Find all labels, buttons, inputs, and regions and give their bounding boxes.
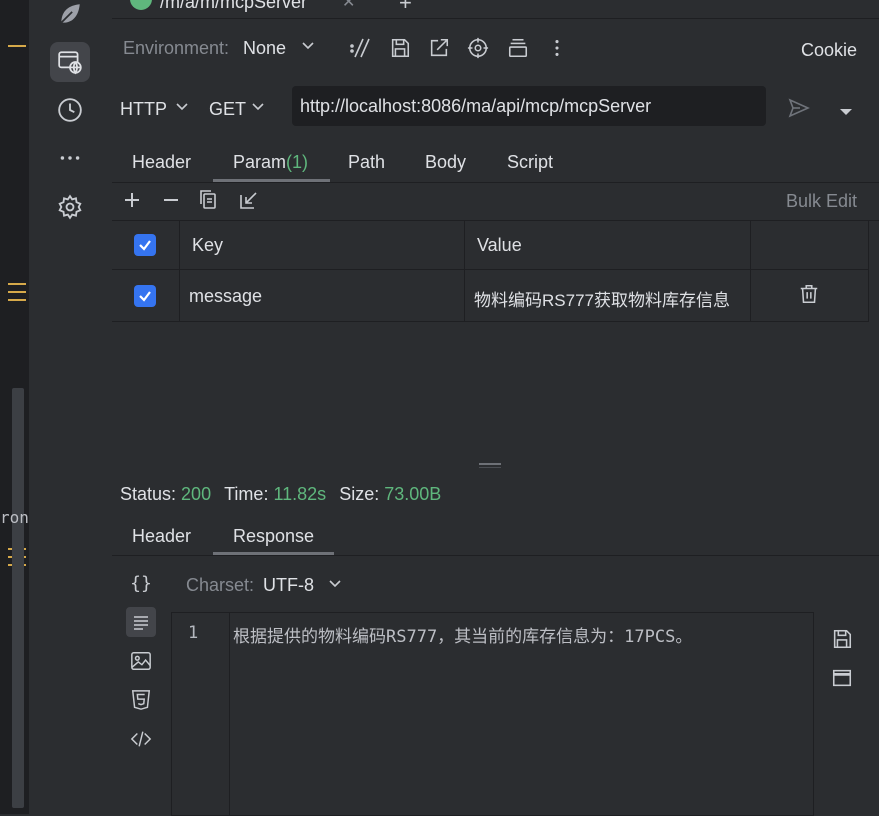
tab-path[interactable]: Path: [348, 152, 385, 173]
more-icon[interactable]: [50, 138, 90, 178]
chevron-down-icon[interactable]: [174, 98, 190, 119]
gutter-mark: [8, 299, 26, 301]
no-auth-icon[interactable]: [348, 36, 372, 60]
file-tab-title[interactable]: /m/a/m/mcpServer: [160, 0, 307, 13]
http-client-panel: /m/a/m/mcpServer ✕ + Environment: None C…: [112, 0, 879, 816]
gutter-mark: [8, 283, 26, 285]
tool-sidebar: [28, 0, 113, 814]
tab-script[interactable]: Script: [507, 152, 553, 173]
target-icon[interactable]: [466, 36, 490, 60]
splitter-handle[interactable]: [479, 463, 501, 465]
tab-body[interactable]: Body: [425, 152, 466, 173]
time-label: Time:: [224, 484, 269, 504]
environment-label: Environment:: [123, 38, 230, 58]
line-number-gutter: 1: [172, 613, 230, 815]
column-header-value: Value: [477, 235, 522, 255]
add-tab-icon[interactable]: +: [399, 0, 412, 16]
protocol-select[interactable]: HTTP: [120, 99, 167, 120]
copy-icon[interactable]: [199, 190, 219, 215]
save-icon[interactable]: [388, 36, 412, 60]
param-count: (1): [286, 152, 309, 172]
editor-strip: ron: [0, 0, 29, 814]
send-icon[interactable]: [787, 96, 811, 125]
time-value: 11.82s: [273, 484, 327, 504]
size-label: Size:: [339, 484, 380, 504]
divider: [112, 555, 879, 556]
html5-view-icon[interactable]: [126, 685, 156, 715]
column-header-key: Key: [192, 235, 224, 255]
table-right-border: [868, 221, 869, 321]
splitter-handle: [479, 467, 501, 468]
file-type-icon: [130, 0, 152, 10]
code-view-icon[interactable]: [126, 724, 156, 754]
response-body-line: 根据提供的物料编码RS777，其当前的库存信息为：17PCS。: [233, 627, 693, 647]
maximize-icon[interactable]: [831, 667, 853, 694]
divider: [112, 18, 879, 19]
chevron-down-icon[interactable]: [327, 575, 343, 596]
gutter-mark: [8, 291, 26, 293]
size-value: 73.00B: [384, 484, 442, 504]
charset-label: Charset:: [186, 575, 255, 595]
param-key-cell[interactable]: message: [189, 286, 262, 307]
response-body-editor[interactable]: 1 根据提供的物料编码RS777，其当前的库存信息为：17PCS。: [171, 612, 814, 816]
image-view-icon[interactable]: [126, 646, 156, 676]
send-options-icon[interactable]: [839, 102, 853, 123]
layout-icon[interactable]: [506, 36, 530, 60]
method-select[interactable]: GET: [209, 99, 246, 120]
file-tab-strip: /m/a/m/mcpServer ✕ +: [112, 0, 879, 19]
editor-scrollbar[interactable]: [12, 388, 24, 808]
environment-select[interactable]: None: [243, 38, 286, 59]
select-all-checkbox[interactable]: [134, 234, 156, 256]
import-icon[interactable]: [239, 190, 259, 215]
tab-header[interactable]: Header: [132, 152, 191, 173]
url-text: http://localhost:8086/ma/api/mcp/mcpServ…: [300, 96, 652, 116]
history-clock-icon[interactable]: [50, 90, 90, 130]
save-response-icon[interactable]: [831, 628, 853, 655]
open-external-icon[interactable]: [427, 36, 451, 60]
param-value-cell[interactable]: 物料编码RS777获取物料库存信息: [474, 286, 742, 311]
response-status-line: Status: 200 Time: 11.82s Size: 73.00B: [120, 484, 441, 505]
response-tab-response[interactable]: Response: [233, 526, 314, 547]
tab-param-label: Param: [233, 152, 287, 172]
close-tab-icon[interactable]: ✕: [342, 0, 355, 12]
remove-param-icon[interactable]: [161, 190, 181, 215]
tab-param[interactable]: Param(1): [233, 152, 308, 173]
editor-code-fragment: ron: [0, 508, 29, 527]
status-label: Status:: [120, 484, 177, 504]
cookie-button[interactable]: Cookie: [801, 40, 857, 61]
url-input[interactable]: http://localhost:8086/ma/api/mcp/mcpServ…: [292, 86, 766, 126]
chevron-down-icon[interactable]: [250, 98, 266, 119]
status-code: 200: [181, 484, 212, 504]
json-view-icon[interactable]: {}: [126, 568, 156, 598]
spring-leaf-icon[interactable]: [50, 0, 90, 34]
table-row: message 物料编码RS777获取物料库存信息: [112, 270, 869, 321]
settings-gear-icon[interactable]: [50, 187, 90, 227]
gutter-mark: [8, 45, 26, 47]
table-border: [112, 220, 879, 221]
more-vertical-icon[interactable]: [545, 36, 569, 60]
row-checkbox[interactable]: [134, 285, 156, 307]
delete-row-icon[interactable]: [798, 283, 820, 310]
line-number: 1: [188, 623, 199, 643]
row-divider: [112, 321, 869, 322]
chevron-down-icon[interactable]: [300, 37, 316, 58]
response-tab-header[interactable]: Header: [132, 526, 191, 547]
text-view-icon[interactable]: [126, 607, 156, 637]
charset-select[interactable]: UTF-8: [263, 575, 314, 596]
add-param-icon[interactable]: [122, 190, 142, 215]
http-client-icon[interactable]: [50, 42, 90, 82]
divider: [112, 182, 879, 183]
bulk-edit-button[interactable]: Bulk Edit: [786, 191, 857, 212]
